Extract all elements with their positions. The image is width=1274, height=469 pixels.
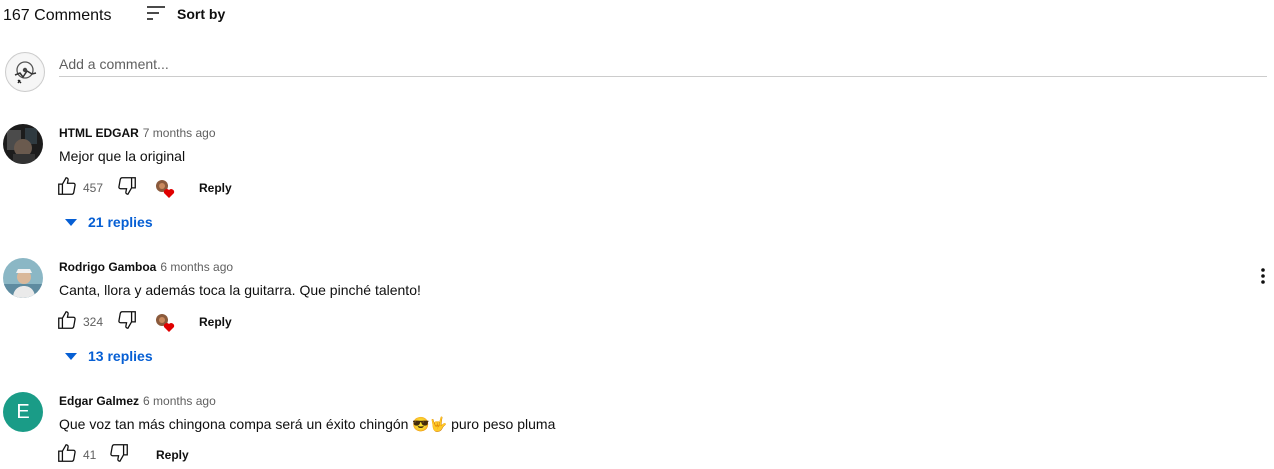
view-replies-button[interactable]: 21 replies bbox=[64, 214, 153, 230]
creator-heart-badge bbox=[154, 178, 176, 200]
like-count: 457 bbox=[83, 181, 104, 195]
like-button[interactable] bbox=[56, 442, 78, 469]
comment-header: HTML EDGAR 7 months ago bbox=[59, 126, 216, 140]
comments-count: 167 Comments bbox=[3, 7, 112, 24]
sort-by-label: Sort by bbox=[177, 6, 226, 22]
sort-icon bbox=[146, 5, 166, 24]
comment-text: Mejor que la original bbox=[59, 148, 186, 164]
reply-button[interactable]: Reply bbox=[156, 448, 189, 462]
comment-action-menu-button[interactable] bbox=[1253, 266, 1273, 290]
thumbs-up-icon bbox=[56, 442, 78, 469]
sort-by-button[interactable]: Sort by bbox=[146, 4, 225, 24]
more-vertical-icon bbox=[1260, 267, 1266, 290]
heart-icon bbox=[154, 314, 176, 338]
comment-text: Canta, llora y además toca la guitarra. … bbox=[59, 282, 421, 298]
comment-time[interactable]: 7 months ago bbox=[143, 126, 216, 140]
comment-author-avatar[interactable] bbox=[3, 258, 43, 298]
dislike-button[interactable] bbox=[116, 309, 138, 336]
like-button[interactable] bbox=[56, 175, 78, 202]
comment-author-avatar[interactable] bbox=[3, 124, 43, 164]
comment-author-avatar[interactable]: E bbox=[3, 392, 43, 432]
add-comment-input[interactable] bbox=[59, 52, 1267, 77]
comment-header: Rodrigo Gamboa 6 months ago bbox=[59, 260, 233, 274]
thumbs-down-icon bbox=[116, 309, 138, 336]
thumbs-down-icon bbox=[116, 175, 138, 202]
like-count: 41 bbox=[83, 448, 97, 462]
caret-down-icon bbox=[64, 348, 78, 364]
comment-author[interactable]: Rodrigo Gamboa bbox=[59, 260, 156, 274]
like-button[interactable] bbox=[56, 309, 78, 336]
current-user-avatar bbox=[5, 52, 45, 92]
dislike-button[interactable] bbox=[108, 442, 130, 469]
view-replies-button[interactable]: 13 replies bbox=[64, 348, 153, 364]
reply-button[interactable]: Reply bbox=[199, 315, 232, 329]
thumbs-up-icon bbox=[56, 309, 78, 336]
comment-time[interactable]: 6 months ago bbox=[143, 394, 216, 408]
comment-header: Edgar Galmez 6 months ago bbox=[59, 394, 216, 408]
heart-icon bbox=[154, 180, 176, 204]
comment-author[interactable]: Edgar Galmez bbox=[59, 394, 139, 408]
creator-heart-badge bbox=[154, 312, 176, 334]
comment-time[interactable]: 6 months ago bbox=[160, 260, 233, 274]
thumbs-up-icon bbox=[56, 175, 78, 202]
thumbs-down-icon bbox=[108, 442, 130, 469]
reply-button[interactable]: Reply bbox=[199, 181, 232, 195]
comment-text: Que voz tan más chingona compa será un é… bbox=[59, 416, 556, 432]
comment-author[interactable]: HTML EDGAR bbox=[59, 126, 139, 140]
replies-label: 21 replies bbox=[88, 214, 153, 230]
dislike-button[interactable] bbox=[116, 175, 138, 202]
replies-label: 13 replies bbox=[88, 348, 153, 364]
caret-down-icon bbox=[64, 214, 78, 230]
like-count: 324 bbox=[83, 315, 104, 329]
